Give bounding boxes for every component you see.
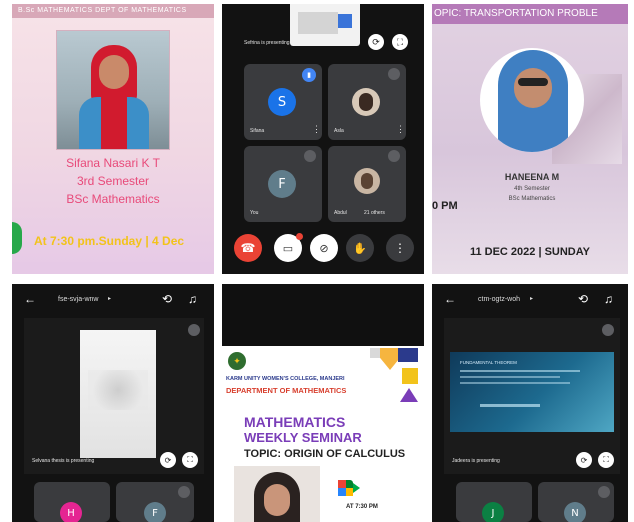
- avatar: [352, 88, 380, 116]
- mute-icon: [598, 486, 610, 498]
- switch-camera-icon[interactable]: ⟲: [162, 292, 172, 306]
- seminar-title-line2: WEEKLY SEMINAR: [244, 430, 362, 445]
- shared-document: [80, 330, 156, 458]
- captions-icon[interactable]: ⟳: [576, 452, 592, 468]
- audio-wave-icon: ▮: [302, 68, 316, 82]
- participant-tile[interactable]: F You: [244, 146, 322, 222]
- presenting-label: Sefrina is presenting: [244, 40, 290, 46]
- presenting-label: Selvana thesis is presenting: [32, 458, 95, 464]
- more-options-button[interactable]: ⋮: [386, 234, 414, 262]
- poster-time: At 7:30 pm.Sunday | 4 Dec: [34, 234, 185, 248]
- presentation-area: FUNDAMENTAL THEOREM: [444, 318, 620, 474]
- seminar-topic: TOPIC: ORIGIN OF CALCULUS: [244, 448, 406, 460]
- fullscreen-icon[interactable]: ⛶: [598, 452, 614, 468]
- participant-name: Asla: [334, 128, 344, 134]
- notification-dot: [296, 233, 303, 240]
- back-arrow-icon[interactable]: ←: [24, 292, 36, 306]
- mute-icon: [304, 150, 316, 162]
- shared-screen-thumb[interactable]: [290, 4, 360, 46]
- avatar: F: [144, 502, 166, 522]
- speaker-photo-circle: [480, 48, 584, 152]
- poster-banner-text: B.Sc MATHEMATICS DEPT OF MATHEMATICS: [18, 7, 187, 14]
- decoration-square: [402, 368, 418, 384]
- pin-icon[interactable]: [602, 324, 614, 336]
- speaker-course: BSc Mathematics: [508, 196, 556, 202]
- tile-meet-presenting-2: ← ctm-ogtz-woh ▸ ⟲ ♫ FUNDAMENTAL THEOREM…: [432, 284, 628, 522]
- mute-icon: [388, 150, 400, 162]
- avatar: [354, 168, 380, 194]
- presentation-area: [24, 318, 204, 474]
- tile-haneena-poster: OPIC: TRANSPORTATION PROBLE HANEENA M 4t…: [432, 4, 628, 274]
- decoration-triangle: [400, 388, 418, 402]
- poster-top-banner: B.Sc MATHEMATICS DEPT OF MATHEMATICS: [12, 4, 214, 18]
- participant-tile[interactable]: ▮ S Sifana ⋮: [244, 64, 322, 140]
- speaker-photo: [56, 30, 170, 150]
- college-name: KARM UNITY WOMEN'S COLLEGE, MANJERI: [226, 376, 345, 382]
- back-arrow-icon[interactable]: ←: [444, 292, 456, 306]
- participant-name: Abdul: [334, 210, 347, 216]
- tile-sifana-poster: B.Sc MATHEMATICS DEPT OF MATHEMATICS Sif…: [12, 4, 214, 274]
- mute-icon: [388, 68, 400, 80]
- participant-tile[interactable]: Abdul 21 others: [328, 146, 406, 222]
- mute-icon: [178, 486, 190, 498]
- avatar: S: [268, 88, 296, 116]
- others-count[interactable]: 21 others: [364, 210, 385, 216]
- seminar-time: AT 7:30 PM: [346, 504, 378, 510]
- department-name: DEPARTMENT OF MATHEMATICS: [226, 386, 347, 395]
- speaker-semester: 4th Semester: [514, 186, 550, 192]
- avatar: J: [482, 502, 504, 522]
- topic-banner: OPIC: TRANSPORTATION PROBLE: [432, 4, 628, 24]
- audio-output-icon[interactable]: ♫: [188, 292, 197, 306]
- dropdown-icon[interactable]: ▸: [530, 295, 533, 302]
- captions-icon[interactable]: ⟳: [368, 34, 384, 50]
- avatar: F: [268, 170, 296, 198]
- poster-time: 0 PM: [432, 200, 458, 212]
- audio-output-icon[interactable]: ♫: [604, 292, 613, 306]
- tile-meet-presenting-1: ← fse-svja-wnw ▸ ⟲ ♫ Selvana thesis is p…: [12, 284, 214, 522]
- poster-date: 11 DEC 2022 | SUNDAY: [469, 246, 591, 258]
- topic-banner-text: OPIC: TRANSPORTATION PROBLE: [434, 8, 598, 19]
- college-logo: ✦: [228, 352, 246, 370]
- participant-name: Sifana: [250, 128, 265, 134]
- meet-logo-icon: [338, 480, 360, 496]
- decoration-square: [370, 348, 380, 358]
- participant-tile[interactable]: F: [116, 482, 194, 522]
- avatar: N: [564, 502, 586, 522]
- meeting-code[interactable]: fse-svja-wnw: [58, 296, 98, 303]
- fullscreen-icon[interactable]: ⛶: [182, 452, 198, 468]
- switch-camera-icon[interactable]: ⟲: [578, 292, 588, 306]
- avatar: H: [60, 502, 82, 522]
- decoration-square: [398, 348, 418, 362]
- pin-icon[interactable]: [188, 324, 200, 336]
- shared-slide: FUNDAMENTAL THEOREM: [450, 352, 614, 432]
- fullscreen-icon[interactable]: ⛶: [392, 34, 408, 50]
- tile-seminar-poster: ✦ KARM UNITY WOMEN'S COLLEGE, MANJERI DE…: [222, 284, 424, 522]
- participant-name: You: [250, 210, 259, 216]
- speaker-semester: 3rd Semester: [76, 174, 150, 188]
- slide-title: FUNDAMENTAL THEOREM: [460, 360, 517, 365]
- captions-icon[interactable]: ⟳: [160, 452, 176, 468]
- participant-tile[interactable]: H: [34, 482, 110, 522]
- more-icon[interactable]: ⋮: [312, 124, 321, 135]
- participant-tile[interactable]: J: [456, 482, 532, 522]
- seminar-title-line1: MATHEMATICS: [244, 414, 346, 430]
- meeting-code[interactable]: ctm-ogtz-woh: [478, 296, 520, 303]
- raise-hand-button[interactable]: ✋: [346, 234, 374, 262]
- more-icon[interactable]: ⋮: [396, 124, 405, 135]
- speaker-name: Sifana Nasari K T: [66, 156, 160, 170]
- end-call-button[interactable]: ☎: [234, 234, 262, 262]
- dropdown-icon[interactable]: ▸: [108, 295, 111, 302]
- speaker-name: HANEENA M: [504, 172, 560, 182]
- participant-tile[interactable]: Asla ⋮: [328, 64, 406, 140]
- presenting-label: Jadeera is presenting: [452, 458, 500, 464]
- participant-tile[interactable]: N: [538, 482, 614, 522]
- speaker-photo: [234, 466, 320, 522]
- mic-off-button[interactable]: ⊘: [310, 234, 338, 262]
- green-accent: [12, 222, 22, 254]
- speaker-course: BSc Mathematics: [66, 192, 160, 206]
- tile-meet-call: Sefrina is presenting ⟳ ⛶ ▮ S Sifana ⋮ A…: [222, 4, 424, 274]
